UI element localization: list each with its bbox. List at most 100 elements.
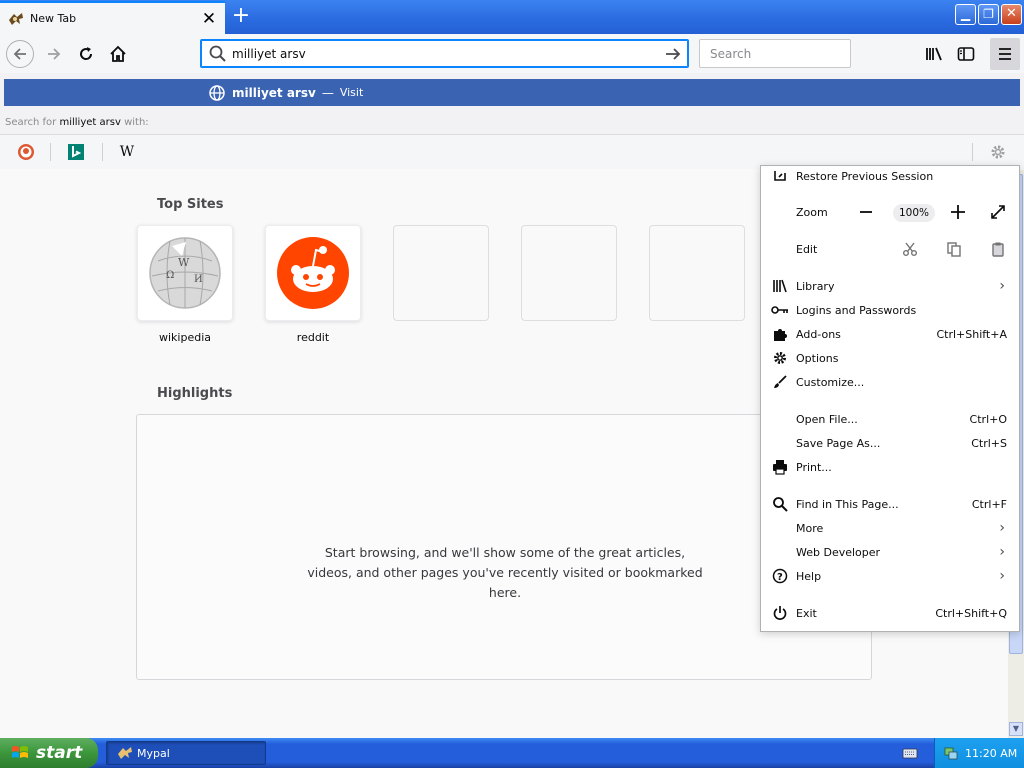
one-off-search-engines: W [0, 134, 1024, 169]
menu-shortcut: Ctrl+F [971, 497, 1007, 511]
key-icon [771, 301, 789, 319]
taskbar-item-label: Mypal [137, 746, 170, 760]
menu-find[interactable]: Find in This Page... Ctrl+F [761, 493, 1019, 515]
top-site-tile-empty[interactable] [521, 225, 617, 321]
menu-print[interactable]: Print... [761, 456, 1019, 478]
menu-edit-row: Edit [761, 238, 1019, 260]
highlights-empty-message: Start browsing, and we'll show some of t… [307, 545, 703, 600]
menu-addons[interactable]: Add-ons Ctrl+Shift+A [761, 323, 1019, 345]
forward-arrow-icon [48, 48, 61, 60]
wikipedia-icon: W [119, 144, 135, 160]
go-arrow-icon[interactable] [662, 43, 684, 65]
forward-button[interactable] [40, 40, 68, 68]
top-sites-title: Top Sites [157, 197, 224, 212]
url-autocomplete-popup: milliyet arsv — Visit Search for milliye… [0, 73, 1024, 169]
close-window-button[interactable]: ✕ [1001, 4, 1022, 25]
sidebar-button[interactable] [952, 40, 980, 68]
menu-item-label: Print... [796, 460, 832, 474]
restore-button[interactable]: ❐ [978, 4, 999, 25]
library-button[interactable] [920, 40, 948, 68]
clock: 11:20 AM [965, 746, 1018, 760]
minus-icon [860, 211, 872, 213]
menu-help[interactable]: ? Help › [761, 565, 1019, 587]
back-button[interactable] [6, 40, 34, 68]
menu-button[interactable] [990, 38, 1020, 70]
visit-suggestion-row[interactable]: milliyet arsv — Visit [4, 79, 1020, 106]
reload-icon [80, 47, 93, 60]
network-icon[interactable] [943, 745, 959, 761]
menu-shortcut: Ctrl+O [969, 412, 1007, 426]
paintbrush-icon [771, 373, 789, 391]
start-button[interactable]: start [0, 738, 98, 768]
menu-options[interactable]: Options [761, 347, 1019, 369]
duckduckgo-icon [18, 144, 34, 160]
tab-new-tab[interactable]: New Tab ✕ [0, 1, 225, 34]
close-tab-icon[interactable]: ✕ [199, 9, 219, 29]
top-site-tile-empty[interactable] [649, 225, 745, 321]
search-input[interactable] [710, 46, 860, 61]
copy-button[interactable] [943, 238, 965, 260]
plus-icon [951, 205, 965, 219]
cut-button[interactable] [899, 238, 921, 260]
scroll-down-arrow-icon[interactable]: ▼ [1009, 722, 1023, 736]
menu-item-label: Exit [796, 606, 817, 620]
top-site-tile-reddit[interactable] [265, 225, 361, 321]
copy-icon [947, 242, 961, 257]
menu-item-label: Open File... [796, 412, 858, 426]
suggestion-separator: — [321, 85, 334, 100]
library-icon [926, 47, 942, 61]
reload-button[interactable] [72, 40, 100, 68]
search-icon [771, 495, 789, 513]
zoom-in-button[interactable] [947, 201, 969, 223]
highlights-title: Highlights [157, 386, 233, 401]
fullscreen-button[interactable] [987, 201, 1009, 223]
title-bar: New Tab ✕ + ▁ ❐ ✕ [0, 0, 1024, 34]
zoom-out-button[interactable] [855, 201, 877, 223]
menu-item-label: Library [796, 279, 835, 293]
menu-item-label: More [796, 521, 824, 535]
search-for-query: milliyet arsv [59, 117, 121, 128]
bing-engine-button[interactable] [66, 142, 86, 162]
cut-icon [903, 242, 917, 256]
wikipedia-engine-button[interactable]: W [117, 142, 137, 162]
windows-flag-icon [12, 746, 28, 758]
menu-item-label: Options [796, 351, 839, 365]
search-bar[interactable] [699, 39, 860, 68]
new-tab-button[interactable]: + [230, 5, 252, 27]
minimize-button[interactable]: ▁ [955, 4, 976, 25]
menu-shortcut: Ctrl+Shift+A [936, 327, 1007, 341]
menu-library[interactable]: Library › [761, 275, 1019, 297]
top-site-tile-empty[interactable] [393, 225, 489, 321]
svg-text:?: ? [777, 572, 783, 583]
paste-button[interactable] [987, 238, 1009, 260]
search-for-suffix: with: [124, 117, 149, 128]
restore-session-icon [771, 167, 789, 185]
keyboard-icon[interactable] [902, 746, 918, 760]
wikipedia-globe-icon: W Ω И [149, 237, 221, 309]
menu-exit[interactable]: Exit Ctrl+Shift+Q [761, 602, 1019, 624]
menu-logins[interactable]: Logins and Passwords [761, 299, 1019, 321]
search-settings-button[interactable] [988, 142, 1008, 162]
url-input[interactable] [232, 46, 662, 61]
svg-text:И: И [194, 274, 203, 285]
menu-web-developer[interactable]: Web Developer › [761, 541, 1019, 563]
taskbar-item-mypal[interactable]: Mypal [106, 741, 266, 765]
menu-zoom-row: Zoom [761, 201, 1019, 223]
url-bar[interactable] [200, 39, 689, 68]
app-menu-panel: Restore Previous Session Zoom 100% Edit … [760, 165, 1020, 632]
duckduckgo-engine-button[interactable] [16, 142, 36, 162]
menu-item-label: Web Developer [796, 545, 881, 559]
menu-open-file[interactable]: Open File... Ctrl+O [761, 408, 1019, 430]
top-site-tile-wikipedia[interactable]: W Ω И [137, 225, 233, 321]
back-arrow-icon [13, 48, 26, 60]
top-site-label: reddit [296, 331, 330, 344]
menu-restore-session[interactable]: Restore Previous Session [761, 165, 1019, 187]
menu-customize[interactable]: Customize... [761, 371, 1019, 393]
menu-save-page[interactable]: Save Page As... Ctrl+S [761, 432, 1019, 454]
search-with-label: Search for milliyet arsv with: [5, 117, 149, 128]
menu-item-label: Help [796, 569, 822, 583]
menu-more[interactable]: More › [761, 517, 1019, 539]
zoom-reset-button[interactable]: 100% [893, 204, 935, 222]
taskbar: start Mypal 11:20 AM [0, 738, 1024, 768]
home-button[interactable] [104, 40, 132, 68]
